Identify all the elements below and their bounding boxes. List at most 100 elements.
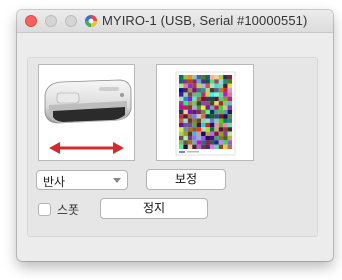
- color-patch: [205, 105, 210, 110]
- measurement-mode-select[interactable]: 반사: [36, 170, 128, 190]
- color-patch: [223, 92, 228, 97]
- color-patch: [223, 79, 228, 84]
- color-patch: [183, 114, 188, 119]
- title-bar[interactable]: MYIRO-1 (USB, Serial #10000551): [17, 10, 333, 33]
- color-patch: [196, 96, 202, 102]
- color-patch: [196, 114, 202, 119]
- color-patch: [218, 109, 224, 115]
- color-patch: [201, 105, 206, 110]
- color-patch: [214, 131, 219, 136]
- color-patch: [214, 144, 219, 150]
- color-patch: [183, 75, 188, 80]
- color-patch: [196, 135, 202, 141]
- color-patch: [179, 92, 184, 97]
- color-patch: [196, 101, 202, 106]
- color-patch: [187, 144, 193, 150]
- color-patch: [179, 127, 184, 132]
- color-patch: [214, 122, 219, 128]
- color-patch: [179, 79, 184, 84]
- color-patch: [183, 92, 188, 97]
- color-patch: [187, 140, 193, 145]
- minimize-button[interactable]: [45, 15, 57, 27]
- color-patch: [214, 105, 219, 110]
- color-patch: [187, 105, 193, 110]
- color-patch: [223, 114, 228, 119]
- color-patch: [227, 75, 233, 80]
- color-patch: [205, 114, 210, 119]
- color-patch: [218, 83, 224, 89]
- color-patch: [192, 109, 197, 115]
- color-patch: [218, 140, 224, 145]
- close-button[interactable]: [25, 15, 37, 27]
- color-patch: [201, 131, 206, 136]
- color-patch: [196, 144, 202, 150]
- color-patch: [227, 79, 233, 84]
- color-patch: [183, 105, 188, 110]
- color-patch: [183, 88, 188, 93]
- zoom-button[interactable]: [65, 15, 77, 27]
- color-patch: [183, 83, 188, 89]
- color-patch: [192, 135, 197, 141]
- color-patch: [201, 114, 206, 119]
- color-patch: [223, 122, 228, 128]
- color-patch: [209, 131, 215, 136]
- color-patch: [218, 101, 224, 106]
- color-patch: [227, 127, 233, 132]
- color-patch: [196, 79, 202, 84]
- color-patch: [214, 79, 219, 84]
- color-patch: [179, 75, 184, 80]
- color-patch: [187, 88, 193, 93]
- stop-button[interactable]: 정지: [100, 198, 208, 219]
- color-patch: [179, 109, 184, 115]
- color-patch: [209, 88, 215, 93]
- color-patch: [209, 114, 215, 119]
- color-patch: [196, 109, 202, 115]
- color-patch: [205, 109, 210, 115]
- color-patch: [192, 83, 197, 89]
- color-patch: [192, 127, 197, 132]
- color-patch: [209, 109, 215, 115]
- color-patch: [196, 88, 202, 93]
- color-patch: [196, 92, 202, 97]
- color-patch: [218, 88, 224, 93]
- color-patch: [183, 101, 188, 106]
- color-patch: [205, 92, 210, 97]
- color-patch: [187, 131, 193, 136]
- color-patch: [223, 118, 228, 123]
- color-patch: [223, 83, 228, 89]
- calibrate-button[interactable]: 보정: [146, 169, 226, 190]
- spectrophotometer-device-image: [44, 79, 132, 154]
- color-patch: [187, 135, 193, 141]
- color-patch: [187, 75, 193, 80]
- color-patch: [214, 88, 219, 93]
- color-patch: [187, 118, 193, 123]
- color-patch: [205, 131, 210, 136]
- color-patch: [218, 131, 224, 136]
- color-patch: [214, 101, 219, 106]
- chevron-down-icon: [113, 178, 121, 183]
- color-patch: [227, 122, 233, 128]
- color-patch: [179, 83, 184, 89]
- color-patch: [183, 118, 188, 123]
- color-patch: [227, 105, 233, 110]
- color-patch: [227, 92, 233, 97]
- color-patch: [205, 122, 210, 128]
- color-patch: [223, 109, 228, 115]
- color-patch: [196, 105, 202, 110]
- color-patch: [218, 96, 224, 102]
- color-patch: [223, 96, 228, 102]
- color-patch: [209, 140, 215, 145]
- color-patch: [218, 114, 224, 119]
- color-patch: [209, 144, 215, 150]
- color-patch: [209, 135, 215, 141]
- double-arrow-icon: [49, 142, 124, 154]
- color-patch: [196, 118, 202, 123]
- color-patch: [223, 127, 228, 132]
- spot-checkbox[interactable]: [38, 203, 51, 216]
- color-patch: [187, 122, 193, 128]
- color-patch: [183, 140, 188, 145]
- color-patch: [218, 118, 224, 123]
- color-patch: [205, 83, 210, 89]
- color-patch: [196, 140, 202, 145]
- color-patch: [192, 114, 197, 119]
